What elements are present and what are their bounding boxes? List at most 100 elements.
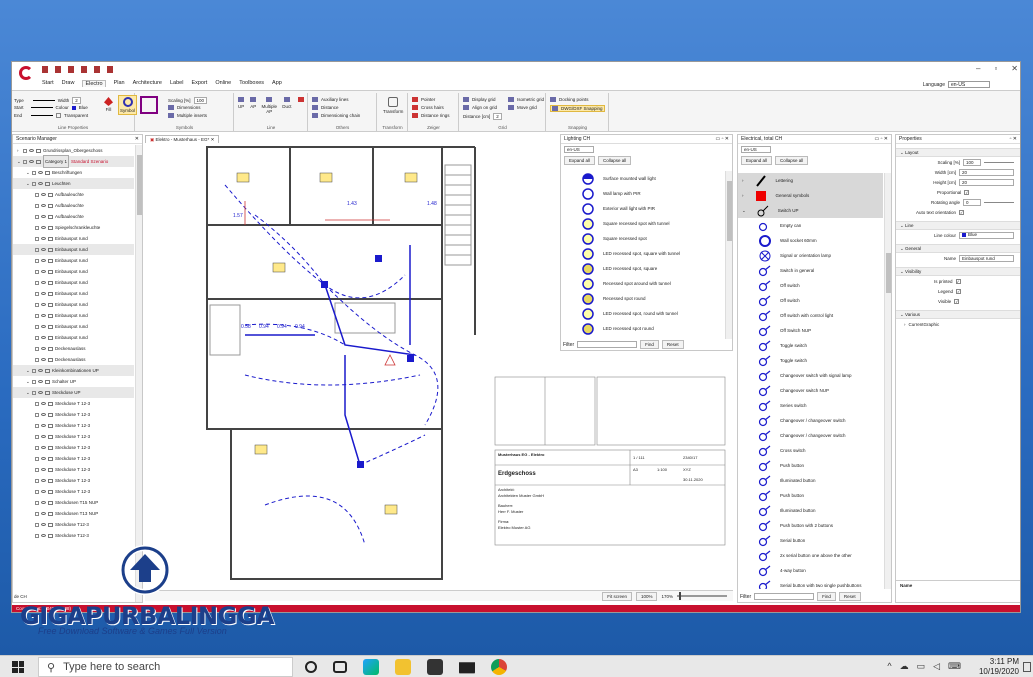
tree-row[interactable]: ⌄ Beschriftungen (13, 167, 134, 178)
lock-icon[interactable] (45, 379, 50, 384)
lock-icon[interactable] (48, 335, 53, 340)
eye-icon[interactable] (41, 314, 46, 317)
checkbox-icon[interactable] (35, 467, 39, 472)
menu-export[interactable]: Export (191, 80, 207, 87)
transform-button[interactable]: Transform (383, 97, 403, 114)
volume-icon[interactable]: ◁ (933, 661, 940, 672)
reset-button[interactable]: Reset (838, 592, 861, 601)
tree-row[interactable]: Aufbauleuchte (13, 211, 134, 222)
eye-icon[interactable] (41, 193, 46, 196)
dwg-snapping-button[interactable]: DWG/DXF Snapping (561, 106, 603, 111)
rotating-slider[interactable] (984, 201, 1014, 203)
task-view-icon[interactable] (333, 661, 347, 673)
height-input[interactable]: 20 (959, 178, 1014, 186)
tree-row[interactable]: Steckdose T 12-3 (13, 409, 134, 420)
tree-row[interactable]: Einbauspot rund (13, 299, 134, 310)
lock-icon[interactable] (48, 401, 53, 406)
electrical-scrollbar[interactable] (884, 173, 891, 589)
switch-item[interactable]: Off switch with control light (738, 308, 883, 323)
battery-icon[interactable]: ▭ (917, 661, 926, 672)
switch-item[interactable]: Changeover switch with signal lamp (738, 368, 883, 383)
width-input[interactable]: 2 (72, 97, 81, 104)
eye-icon[interactable] (38, 171, 43, 174)
lock-icon[interactable] (45, 181, 50, 186)
chevron-icon[interactable]: ⌄ (26, 167, 30, 178)
multiple-inserts-button[interactable]: Multiple inserts (177, 113, 207, 118)
eye-icon[interactable] (38, 369, 43, 372)
lock-icon[interactable] (48, 192, 53, 197)
checkbox-icon[interactable] (35, 280, 39, 285)
taskbar-clock[interactable]: 3:11 PM 10/19/2020 (979, 657, 1019, 677)
eye-icon[interactable] (41, 446, 46, 449)
tree-row[interactable]: ⌄ Category 1 Standard Szenario (13, 155, 134, 168)
tree-row[interactable]: › Grundrissplan_Obergeschoss (13, 145, 134, 156)
panel-controls[interactable]: ▭ ▫ ✕ (875, 136, 888, 142)
start-dropdown[interactable] (30, 107, 53, 108)
eye-icon[interactable] (41, 303, 46, 306)
eye-icon[interactable] (41, 281, 46, 284)
lock-icon[interactable] (48, 258, 53, 263)
lighting-scrollbar[interactable] (725, 171, 732, 339)
tree-row[interactable]: ⌄ Leuchten (13, 178, 134, 189)
switch-item[interactable]: Signal or orientation lamp (738, 248, 883, 263)
tree-row[interactable]: Einbauspot rund (13, 266, 134, 277)
switch-item[interactable]: Off switch (738, 293, 883, 308)
lock-icon[interactable] (48, 203, 53, 208)
zoom-100-button[interactable]: 100% (635, 591, 658, 601)
multiple-ap-button[interactable]: Multiple AP (262, 97, 277, 114)
lock-icon[interactable] (48, 324, 53, 329)
collapse-all-button[interactable]: Collapse all (598, 156, 632, 165)
tree-row[interactable]: Steckdose T 12-3 (13, 420, 134, 431)
lock-icon[interactable] (48, 280, 53, 285)
lighting-item[interactable]: LED recessed spot, square (561, 261, 724, 276)
switch-item[interactable]: Off Switch NUP (738, 323, 883, 338)
find-button[interactable]: Find (640, 340, 659, 349)
cortana-icon[interactable] (305, 661, 317, 673)
lighting-item[interactable]: Square recessed spot with tunnel (561, 216, 724, 231)
checkbox-icon[interactable] (32, 181, 36, 186)
find-button[interactable]: Find (817, 592, 836, 601)
fill-icon[interactable] (104, 97, 113, 106)
chevron-icon[interactable]: › (17, 145, 21, 156)
checkbox-icon[interactable] (35, 489, 39, 494)
lock-icon[interactable] (48, 456, 53, 461)
lock-icon[interactable] (36, 159, 41, 164)
collapse-all-button[interactable]: Collapse all (775, 156, 809, 165)
lock-icon[interactable] (48, 214, 53, 219)
switch-item[interactable]: Changeover / changeover switch (738, 413, 883, 428)
lock-icon[interactable] (45, 170, 50, 175)
section-various[interactable]: ⌄ Various (896, 310, 1020, 319)
checkbox-icon[interactable] (35, 445, 39, 450)
move-grid-button[interactable]: Move grid (517, 105, 537, 110)
tree-row[interactable]: Steckdose T 12-3 (13, 475, 134, 486)
eye-icon[interactable] (41, 402, 46, 405)
lighting-item[interactable]: Wall lamp with PIR (561, 186, 724, 201)
is-printed-checkbox[interactable]: ✓ (955, 278, 961, 284)
tree-row[interactable]: ⌄ Kleinkombinationen UP (13, 365, 134, 376)
checkbox-icon[interactable] (35, 269, 39, 274)
lock-icon[interactable] (48, 533, 53, 538)
tree-row[interactable]: Einbauspot rund (13, 244, 134, 255)
lock-icon[interactable] (48, 291, 53, 296)
menu-start[interactable]: Start (42, 80, 54, 87)
lighting-item[interactable]: Surface mounted wall light (561, 171, 724, 186)
switch-item[interactable]: Serial button (738, 533, 883, 548)
end-dropdown[interactable] (31, 115, 54, 116)
eye-icon[interactable] (41, 292, 46, 295)
lock-icon[interactable] (48, 346, 53, 351)
category-lettering[interactable]: › Lettering (738, 173, 883, 188)
lock-icon[interactable] (48, 269, 53, 274)
checkbox-icon[interactable] (35, 346, 39, 351)
store-icon[interactable] (427, 659, 443, 675)
pointer-button[interactable]: Pointer (421, 97, 435, 102)
up-button[interactable]: UP (238, 97, 244, 109)
eye-icon[interactable] (41, 215, 46, 218)
proportional-checkbox[interactable]: ✓ (964, 189, 970, 195)
dimensions-button[interactable]: Dimensions (177, 105, 201, 110)
switch-item[interactable]: Wall socket 60mm (738, 233, 883, 248)
lighting-item[interactable]: LED recessed spot, square with tunnel (561, 246, 724, 261)
tree-row[interactable]: Steckdosen T15 NUP (13, 497, 134, 508)
lock-icon[interactable] (48, 412, 53, 417)
switch-item[interactable]: 4-way button (738, 563, 883, 578)
eye-icon[interactable] (41, 347, 46, 350)
